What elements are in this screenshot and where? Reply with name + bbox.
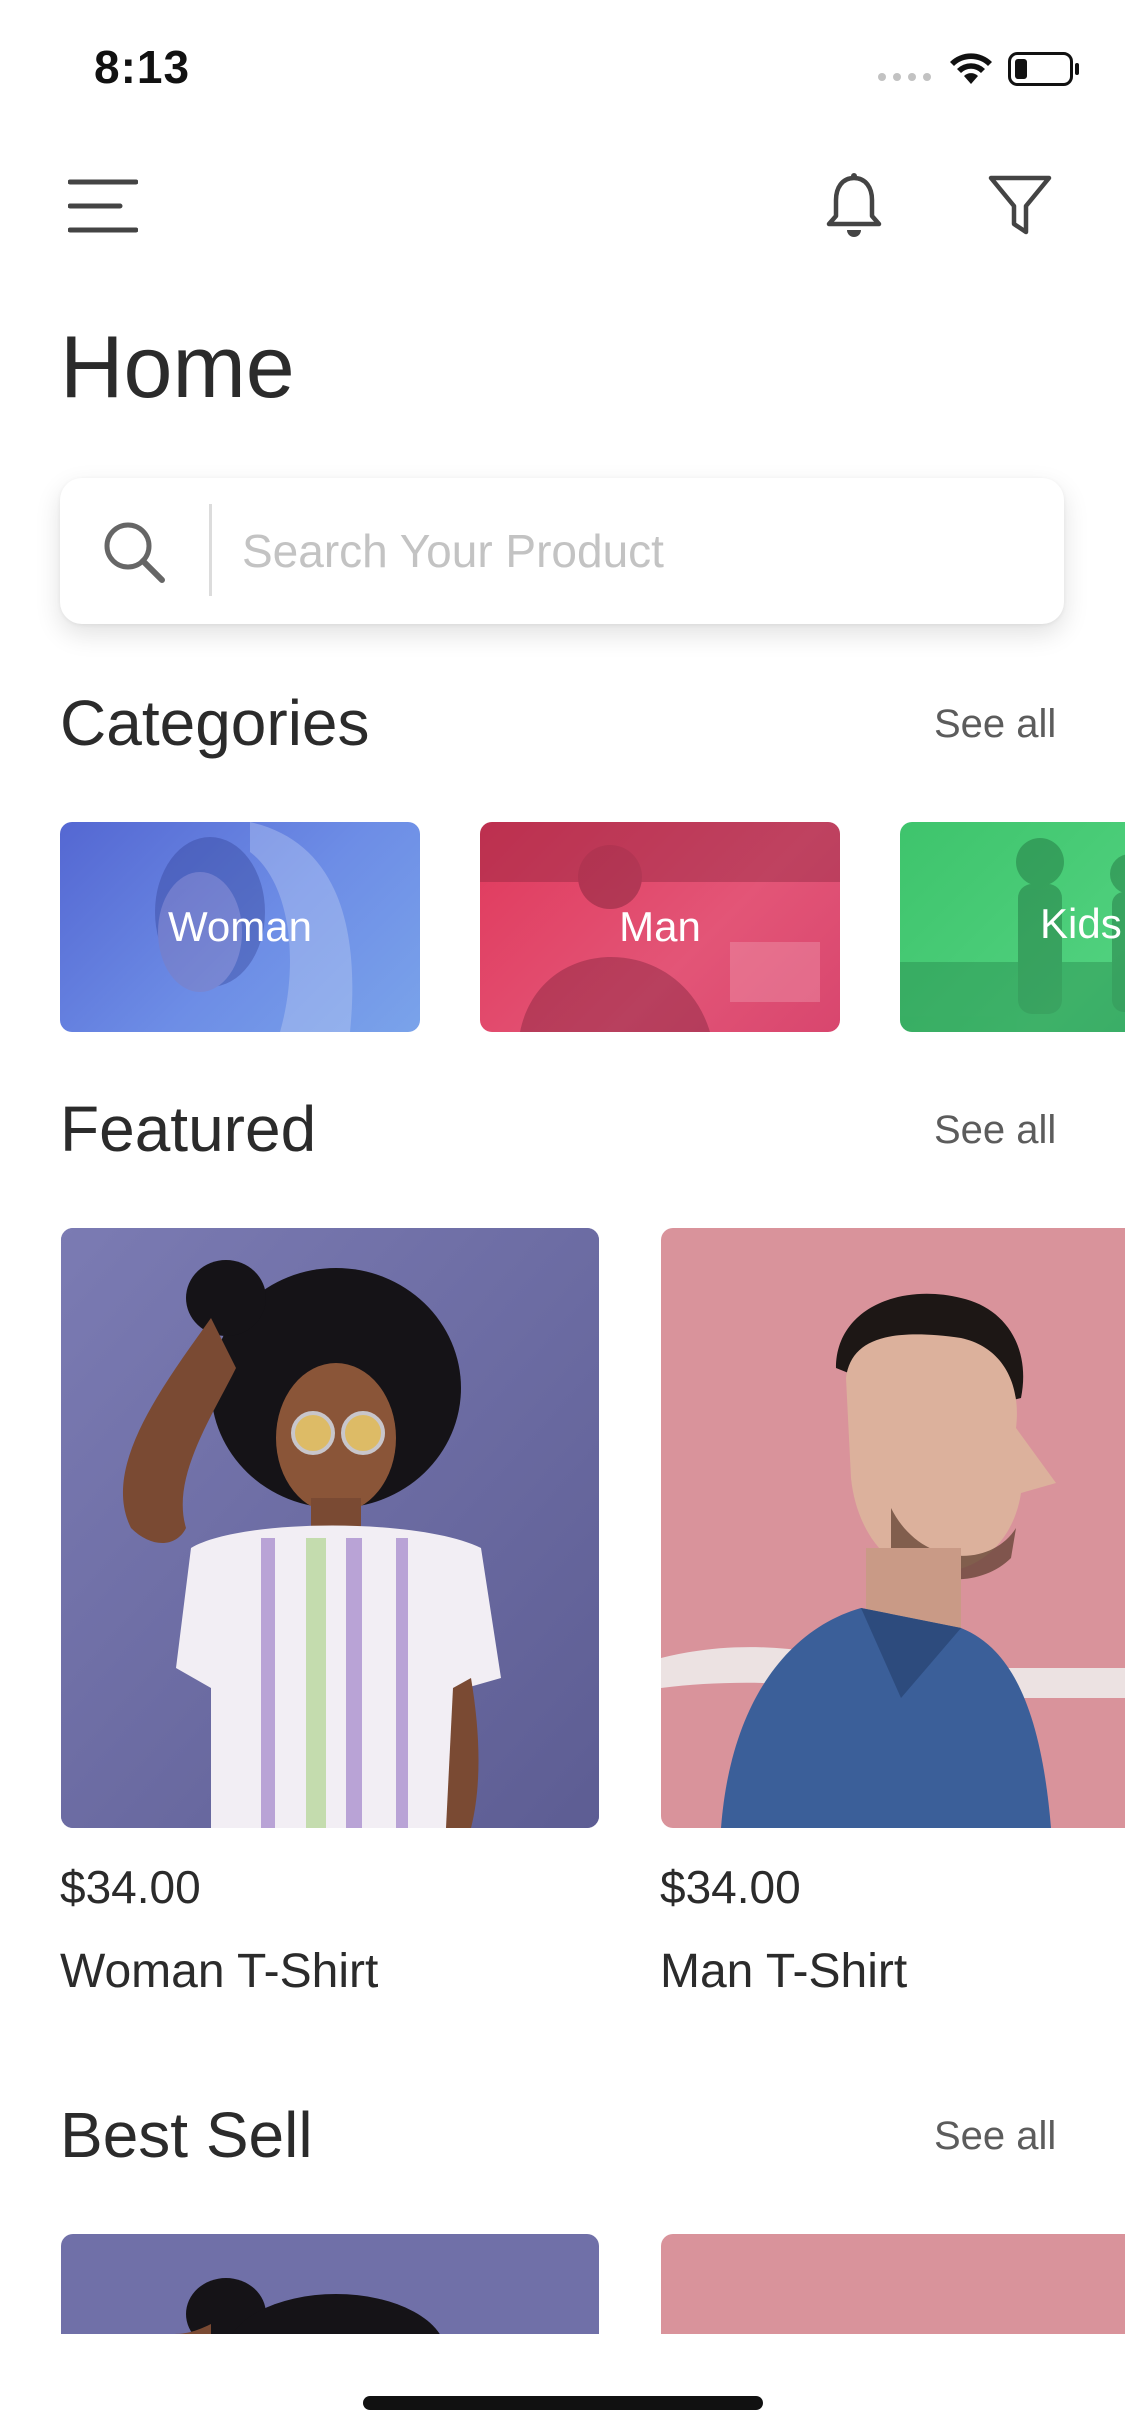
product-name[interactable]: Woman T-Shirt — [60, 1944, 378, 1999]
category-label: Kids — [1040, 900, 1122, 947]
categories-see-all-link[interactable]: See all — [934, 702, 1056, 747]
product-image-woman-tshirt[interactable] — [61, 1228, 599, 1828]
product-image-man-tshirt[interactable] — [661, 1228, 1125, 1828]
best-sell-product-image[interactable] — [61, 2234, 599, 2334]
best-sell-woman-photo — [61, 2234, 599, 2334]
page-title: Home — [60, 317, 295, 416]
search-input[interactable] — [240, 512, 1044, 590]
best-sell-see-all-link[interactable]: See all — [934, 2114, 1056, 2159]
search-icon — [104, 522, 165, 583]
filter-icon[interactable] — [988, 174, 1052, 238]
bottom-safe-area — [0, 2334, 1125, 2436]
category-label: Man — [619, 903, 701, 950]
featured-see-all-link[interactable]: See all — [934, 1108, 1056, 1153]
category-card-kids[interactable]: Kids — [900, 822, 1125, 1032]
featured-title: Featured — [60, 1093, 317, 1165]
menu-icon[interactable] — [68, 178, 138, 234]
woman-photo — [61, 1228, 599, 1828]
bell-icon[interactable] — [824, 172, 884, 240]
categories-title: Categories — [60, 687, 370, 759]
search-divider — [209, 504, 212, 596]
cellular-signal-icon — [878, 73, 931, 81]
product-price: $34.00 — [660, 1861, 801, 1913]
best-sell-title: Best Sell — [60, 2099, 313, 2171]
man-photo — [661, 1228, 1125, 1828]
status-time: 8:13 — [94, 41, 191, 93]
category-card-woman[interactable]: Woman — [60, 822, 420, 1032]
category-label: Woman — [168, 903, 312, 950]
wifi-icon — [950, 53, 992, 84]
battery-icon — [1008, 52, 1079, 86]
best-sell-man-photo — [661, 2234, 1125, 2334]
product-name[interactable]: Man T-Shirt — [660, 1944, 907, 1999]
category-card-man[interactable]: Man — [480, 822, 840, 1032]
product-price: $34.00 — [60, 1861, 201, 1913]
best-sell-product-image[interactable] — [661, 2234, 1125, 2334]
home-indicator[interactable] — [363, 2396, 763, 2410]
